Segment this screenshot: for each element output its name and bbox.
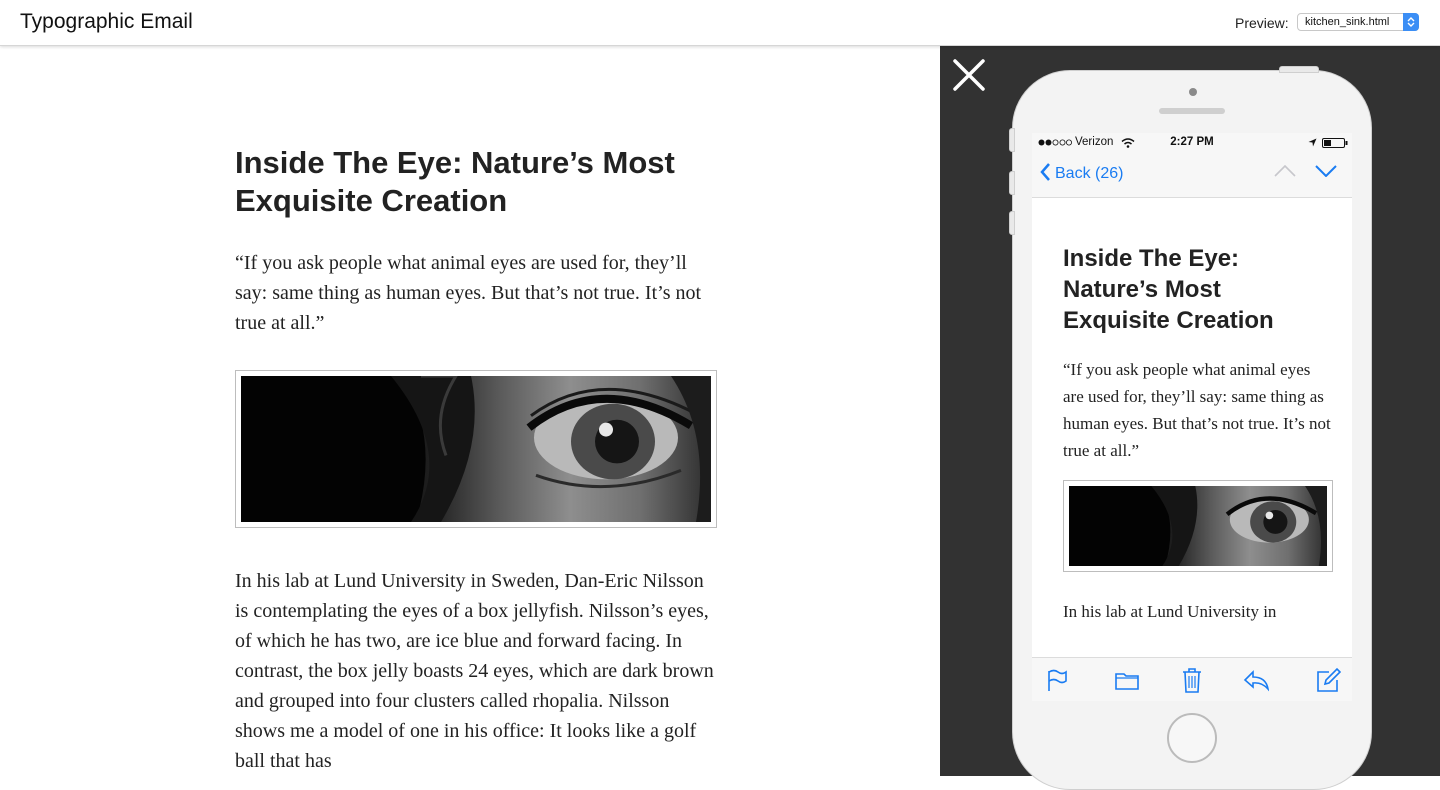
article-title: Inside The Eye: Nature’s Most Exquisite … — [235, 145, 675, 218]
phone-mute-switch — [1009, 128, 1015, 152]
article-body: In his lab at Lund University in Sweden,… — [235, 570, 714, 772]
preview-select-value: kitchen_sink.html — [1305, 16, 1390, 28]
trash-icon[interactable] — [1179, 667, 1205, 693]
home-button[interactable] — [1167, 713, 1217, 763]
phone-camera — [1189, 88, 1197, 96]
compose-icon[interactable] — [1315, 667, 1341, 693]
phone-frame: Verizon 2:27 PM Back (26) Inside The Eye… — [1009, 66, 1372, 790]
top-bar: Typographic Email Preview: kitchen_sink.… — [0, 0, 1440, 46]
mail-image-frame — [1063, 480, 1333, 572]
preview-label: Preview: — [1235, 15, 1289, 31]
mail-quote: “If you ask people what animal eyes are … — [1063, 360, 1331, 460]
eye-image — [241, 376, 711, 522]
mail-nav-bar: Back (26) — [1032, 153, 1352, 198]
location-icon — [1308, 138, 1317, 147]
close-icon — [953, 59, 985, 91]
mail-body-text: In his lab at Lund University in — [1063, 602, 1277, 621]
phone-power-button — [1279, 66, 1319, 73]
article-quote: “If you ask people what animal eyes are … — [235, 252, 702, 334]
battery-icon — [1322, 138, 1348, 148]
back-button[interactable]: Back (26) — [1040, 163, 1123, 183]
chevron-down-icon[interactable] — [1315, 165, 1337, 177]
phone-volume-up — [1009, 171, 1015, 195]
mail-toolbar — [1032, 657, 1352, 701]
mobile-preview-panel: Verizon 2:27 PM Back (26) Inside The Eye… — [940, 46, 1440, 790]
phone-speaker — [1159, 108, 1225, 114]
close-preview-button[interactable] — [952, 58, 986, 92]
email-article: Inside The Eye: Nature’s Most Exquisite … — [235, 144, 725, 776]
flag-icon[interactable] — [1044, 667, 1070, 693]
phone-screen: Verizon 2:27 PM Back (26) Inside The Eye… — [1032, 133, 1352, 701]
chevron-left-icon — [1040, 163, 1050, 181]
back-label: Back (26) — [1055, 165, 1124, 182]
select-arrows-icon — [1403, 13, 1419, 31]
app-title: Typographic Email — [20, 10, 193, 33]
status-time: 2:27 PM — [1170, 136, 1214, 148]
folder-icon[interactable] — [1114, 667, 1140, 693]
reply-icon[interactable] — [1243, 667, 1269, 693]
preview-select[interactable]: kitchen_sink.html — [1297, 13, 1419, 31]
mail-body: Inside The Eye: Nature’s Most Exquisite … — [1063, 243, 1333, 625]
mail-eye-image — [1069, 486, 1327, 566]
chevron-up-icon[interactable] — [1274, 165, 1296, 177]
phone-volume-down — [1009, 211, 1015, 235]
mail-title: Inside The Eye: Nature’s Most Exquisite … — [1063, 245, 1274, 334]
article-image-frame — [235, 370, 717, 528]
status-bar: Verizon 2:27 PM — [1032, 133, 1352, 153]
